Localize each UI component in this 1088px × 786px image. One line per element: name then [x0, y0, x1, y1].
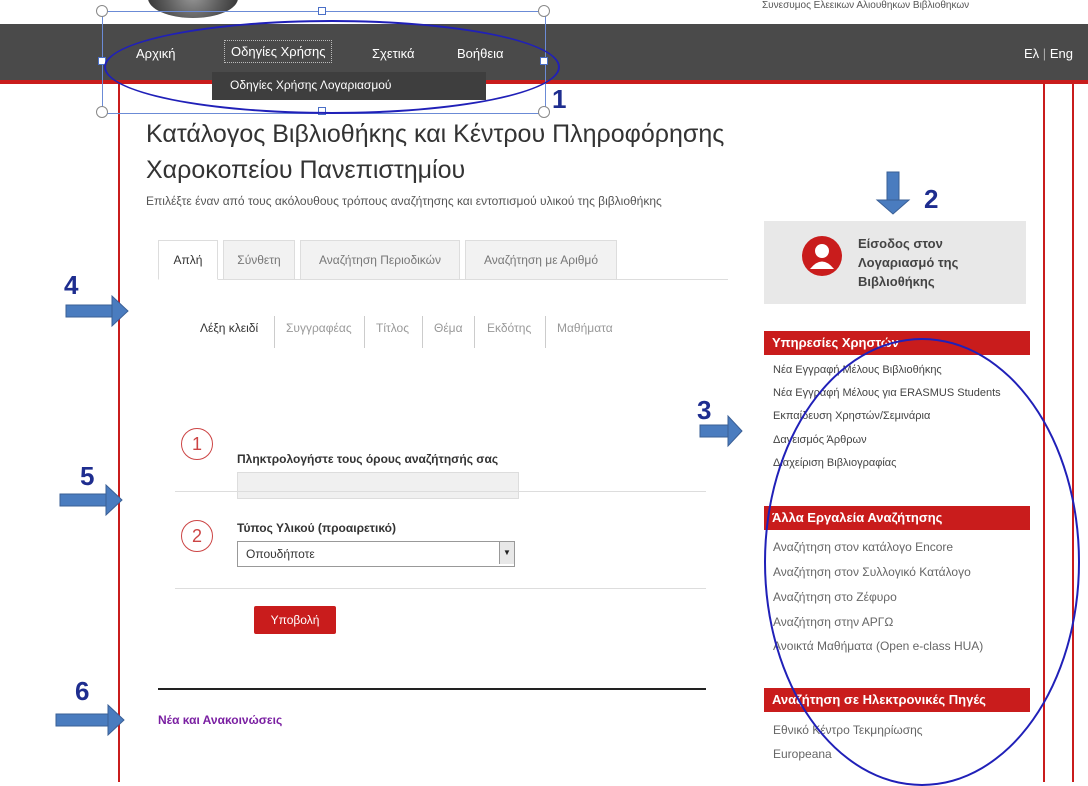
arrow-right-icon	[59, 483, 123, 517]
arrow-right-icon	[699, 414, 743, 448]
arrow-right-icon	[65, 294, 129, 328]
arrow-down-icon	[875, 171, 911, 215]
arrow-right-icon	[55, 703, 125, 737]
annotation-arrows	[55, 171, 911, 737]
